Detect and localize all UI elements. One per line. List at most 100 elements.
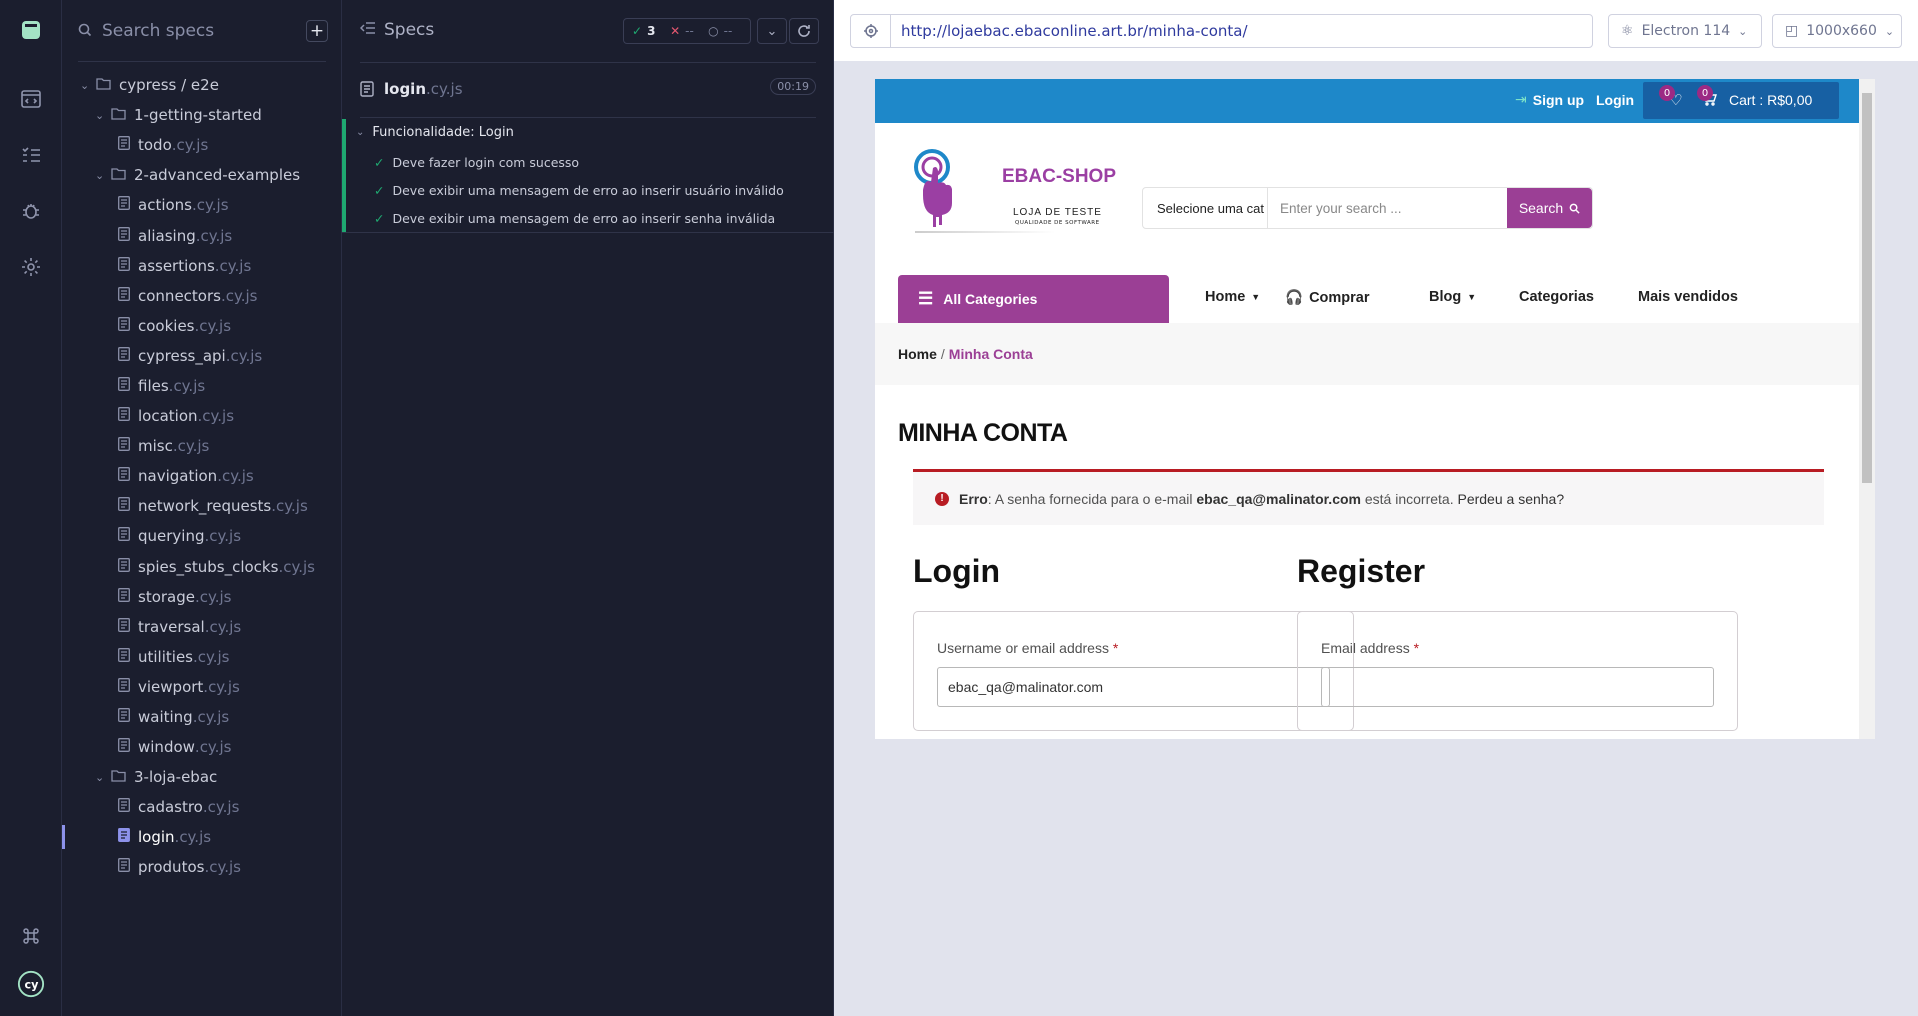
- current-spec-file[interactable]: login .cy.js 00:19: [360, 78, 816, 98]
- breadcrumb: Home / Minha Conta: [875, 323, 1859, 385]
- spec-file-item[interactable]: location .cy.js: [62, 401, 341, 431]
- spec-file-ext: .cy.js: [192, 708, 230, 727]
- spec-file-ext: .cy.js: [202, 798, 240, 817]
- login-link[interactable]: Login: [1596, 92, 1634, 108]
- spec-file-item[interactable]: window .cy.js: [62, 732, 341, 762]
- file-icon: [118, 527, 130, 545]
- spec-file-item[interactable]: aliasing .cy.js: [62, 220, 341, 250]
- spec-file-item[interactable]: assertions .cy.js: [62, 251, 341, 281]
- suite-title[interactable]: ⌄ Funcionalidade: Login: [356, 125, 514, 140]
- spec-file-item[interactable]: connectors .cy.js: [62, 281, 341, 311]
- error-text: está incorreta.: [1360, 490, 1458, 507]
- chevron-down-icon: ⌄: [1738, 24, 1748, 38]
- spec-file-ext: .cy.js: [204, 527, 242, 546]
- settings-gear-icon[interactable]: [17, 253, 45, 281]
- username-input[interactable]: ebac_qa@malinator.com: [937, 667, 1330, 707]
- search-button[interactable]: Search: [1507, 188, 1592, 228]
- spec-file-ext: .cy.js: [194, 738, 232, 757]
- cypress-logo-icon[interactable]: cy: [17, 970, 45, 998]
- spec-file-item[interactable]: cypress_api .cy.js: [62, 341, 341, 371]
- spec-file-item[interactable]: waiting .cy.js: [62, 702, 341, 732]
- spec-file-item[interactable]: traversal .cy.js: [62, 612, 341, 642]
- file-icon: [118, 738, 130, 756]
- test-item[interactable]: ✓ Deve exibir uma mensagem de erro ao ins…: [374, 183, 784, 198]
- folder-icon: [111, 768, 126, 786]
- spec-file-item[interactable]: navigation .cy.js: [62, 461, 341, 491]
- new-spec-button[interactable]: +: [306, 20, 328, 42]
- spec-file-item[interactable]: produtos .cy.js: [62, 852, 341, 882]
- spec-file-ext: .cy.js: [271, 497, 308, 516]
- spec-folder[interactable]: ⌄ 3-loja-ebac: [62, 762, 341, 792]
- email-label-text: Email address: [1321, 640, 1410, 656]
- spec-file-item[interactable]: querying .cy.js: [62, 521, 341, 551]
- selector-playground-button[interactable]: [851, 15, 891, 47]
- specs-toggle[interactable]: Specs: [359, 20, 435, 40]
- cart-button[interactable]: ♡ 0 0 Cart : R$0,00: [1643, 82, 1839, 119]
- spec-file-item[interactable]: utilities .cy.js: [62, 642, 341, 672]
- spec-file-name: utilities: [138, 647, 193, 666]
- file-icon: [118, 316, 130, 335]
- all-categories-button[interactable]: ☰ All Categories: [898, 275, 1169, 323]
- suite-label: Funcionalidade: Login: [372, 125, 514, 140]
- breadcrumb-home[interactable]: Home: [898, 346, 937, 362]
- spec-file-item[interactable]: login .cy.js: [62, 822, 341, 852]
- spec-file-item[interactable]: viewport .cy.js: [62, 672, 341, 702]
- menu-home[interactable]: Home ▼: [1205, 289, 1260, 305]
- test-item[interactable]: ✓ Deve fazer login com sucesso: [374, 155, 579, 170]
- spec-file-item[interactable]: spies_stubs_clocks .cy.js: [62, 552, 341, 582]
- viewport-selector[interactable]: ◰ 1000x660 ⌄: [1772, 14, 1902, 48]
- email-label: Email address *: [1321, 640, 1419, 656]
- specs-nav-icon[interactable]: [17, 85, 45, 113]
- collapse-all-button[interactable]: ⌄: [757, 18, 787, 44]
- spec-file-ext: .cy.js: [194, 316, 232, 335]
- spec-folder[interactable]: ⌄ 2-advanced-examples: [62, 160, 341, 190]
- specs-title: Specs: [384, 20, 435, 40]
- aut-url[interactable]: http://lojaebac.ebaconline.art.br/minha-…: [901, 22, 1248, 40]
- folder-icon: [96, 76, 111, 94]
- search-specs-input[interactable]: Search specs: [102, 21, 214, 41]
- menu-comprar[interactable]: 🎧 Comprar: [1285, 289, 1370, 307]
- page-title: MINHA CONTA: [898, 419, 1068, 447]
- spec-file-ext: .cy.js: [220, 286, 258, 305]
- spec-folder[interactable]: ⌄ cypress / e2e: [62, 70, 341, 100]
- keyboard-shortcuts-icon[interactable]: [17, 922, 45, 950]
- category-select[interactable]: Selecione uma cat: [1143, 188, 1268, 228]
- email-input[interactable]: [1321, 667, 1714, 707]
- scrollbar-thumb[interactable]: [1862, 93, 1872, 483]
- debug-nav-icon[interactable]: [17, 197, 45, 225]
- product-search-input[interactable]: Enter your search ...: [1268, 201, 1507, 216]
- electron-icon: ⚛: [1621, 23, 1634, 39]
- rerun-button[interactable]: [789, 18, 819, 44]
- spec-search[interactable]: Search specs +: [78, 14, 328, 48]
- menu-mais-vendidos[interactable]: Mais vendidos: [1638, 289, 1738, 305]
- spec-file-item[interactable]: storage .cy.js: [62, 582, 341, 612]
- url-bar[interactable]: http://lojaebac.ebaconline.art.br/minha-…: [850, 14, 1593, 48]
- spec-file-ext: .cy.js: [174, 828, 212, 847]
- error-label: Erro: [959, 490, 988, 507]
- test-suite[interactable]: ⌄ Funcionalidade: Login ✓ Deve fazer logi…: [342, 119, 834, 232]
- menu-categorias[interactable]: Categorias: [1519, 289, 1594, 305]
- spec-folder[interactable]: ⌄ 1-getting-started: [62, 100, 341, 130]
- test-item[interactable]: ✓ Deve exibir uma mensagem de erro ao ins…: [374, 211, 775, 226]
- spec-file-item[interactable]: network_requests .cy.js: [62, 491, 341, 521]
- signup-icon: ⇥: [1515, 92, 1527, 108]
- spec-file-ext: .cy.js: [225, 346, 263, 365]
- spec-file-item[interactable]: cadastro .cy.js: [62, 792, 341, 822]
- spec-file-name: viewport: [138, 677, 204, 696]
- spec-file-item[interactable]: todo .cy.js: [62, 130, 341, 160]
- lost-password-link[interactable]: Perdeu a senha?: [1457, 491, 1564, 507]
- spec-file-item[interactable]: files .cy.js: [62, 371, 341, 401]
- menu-blog[interactable]: Blog ▼: [1429, 289, 1476, 305]
- file-icon: [118, 587, 130, 606]
- aut-scrollbar[interactable]: [1859, 79, 1875, 739]
- spec-file-item[interactable]: actions .cy.js: [62, 190, 341, 220]
- browser-selector[interactable]: ⚛ Electron 114 ⌄: [1608, 14, 1762, 48]
- spec-file-item[interactable]: cookies .cy.js: [62, 311, 341, 341]
- signup-link[interactable]: ⇥ Sign up: [1515, 92, 1584, 108]
- spec-file-item[interactable]: misc .cy.js: [62, 431, 341, 461]
- runs-nav-icon[interactable]: [17, 141, 45, 169]
- divider: [360, 62, 816, 63]
- spec-file-name: spies_stubs_clocks: [138, 557, 279, 576]
- spec-file-ext: .cy.js: [204, 858, 241, 877]
- spec-file-name: storage: [138, 587, 195, 606]
